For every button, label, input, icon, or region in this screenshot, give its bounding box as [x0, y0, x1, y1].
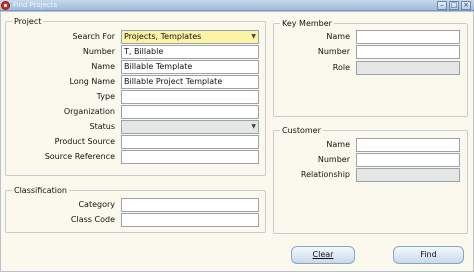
relationship-field	[356, 168, 460, 182]
search-for-dropdown[interactable]: Projects, Templates ▼	[121, 30, 259, 44]
oracle-icon	[1, 1, 10, 10]
classification-heading: Classification	[12, 185, 69, 196]
chevron-down-icon[interactable]: ▼	[251, 31, 256, 43]
type-label: Type	[96, 92, 115, 101]
key-member-name-field[interactable]	[356, 30, 460, 44]
relationship-label: Relationship	[300, 170, 350, 179]
key-member-number-field[interactable]	[356, 45, 460, 59]
customer-name-label: Name	[326, 140, 350, 149]
key-member-number-label: Number	[317, 47, 350, 56]
find-button[interactable]: Find	[393, 246, 464, 264]
find-button-label: Find	[420, 250, 437, 259]
organization-label: Organization	[63, 107, 115, 116]
project-heading: Project	[12, 16, 44, 27]
product-source-field[interactable]	[121, 135, 259, 149]
customer-name-field[interactable]	[356, 138, 460, 152]
product-source-label: Product Source	[54, 137, 115, 146]
window-title: Find Projects	[13, 1, 58, 9]
class-code-field[interactable]	[121, 213, 259, 227]
maximize-icon: □	[450, 1, 458, 9]
key-member-heading: Key Member	[280, 18, 334, 29]
search-for-label: Search For	[72, 32, 115, 41]
role-label: Role	[332, 63, 350, 72]
type-field[interactable]	[121, 90, 259, 104]
name-field[interactable]: Billable Template	[121, 60, 259, 74]
role-field	[356, 61, 460, 75]
name-label: Name	[91, 62, 115, 71]
organization-field[interactable]	[121, 105, 259, 119]
category-field[interactable]	[121, 198, 259, 212]
long-name-label: Long Name	[69, 77, 115, 86]
source-reference-label: Source Reference	[44, 152, 115, 161]
number-label: Number	[82, 47, 115, 56]
customer-heading: Customer	[280, 125, 323, 136]
search-for-value: Projects, Templates	[124, 32, 202, 41]
close-button[interactable]: ×	[461, 1, 471, 10]
key-member-name-label: Name	[326, 32, 350, 41]
clear-button-label: Clear	[312, 250, 334, 259]
close-icon: ×	[463, 1, 469, 9]
long-name-field[interactable]: Billable Project Template	[121, 75, 259, 89]
class-code-label: Class Code	[70, 215, 115, 224]
chevron-down-icon[interactable]: ▼	[251, 121, 256, 133]
status-label: Status	[89, 122, 116, 131]
clear-button[interactable]: Clear	[291, 246, 355, 264]
number-field[interactable]: T, Billable	[121, 45, 259, 59]
customer-number-label: Number	[317, 155, 350, 164]
category-label: Category	[78, 200, 115, 209]
customer-number-field[interactable]	[356, 153, 460, 167]
status-dropdown[interactable]: ▼	[121, 120, 259, 134]
source-reference-field[interactable]	[121, 150, 259, 164]
maximize-button[interactable]: □	[449, 1, 459, 10]
title-bar: Find Projects – □ ×	[0, 0, 474, 11]
minimize-button[interactable]: –	[437, 1, 447, 10]
minimize-icon: –	[440, 1, 444, 9]
